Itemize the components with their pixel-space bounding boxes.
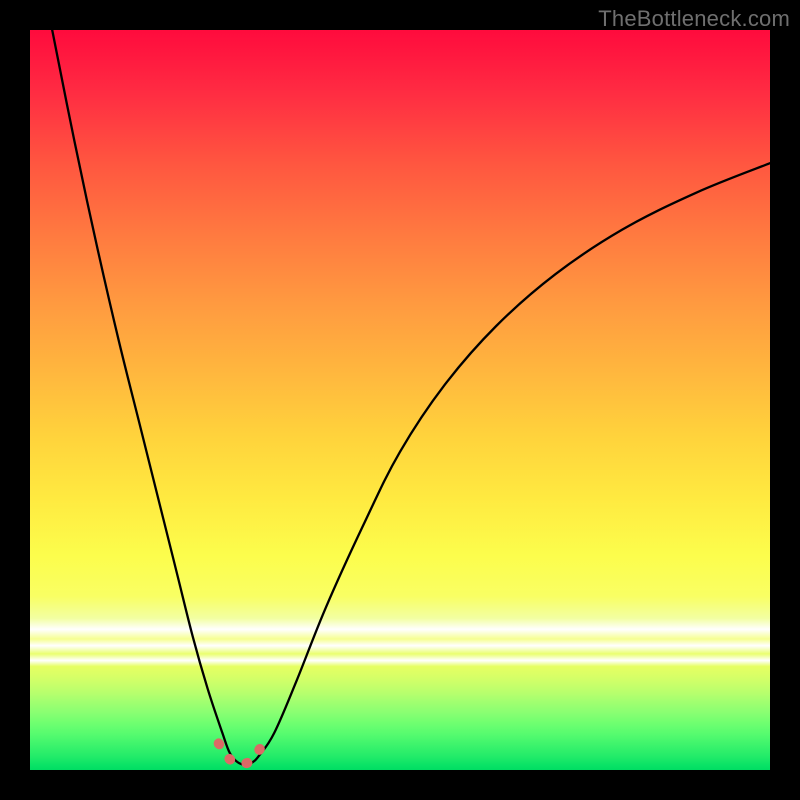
plot-area (30, 30, 770, 770)
watermark-text: TheBottleneck.com (598, 6, 790, 32)
chart-frame: TheBottleneck.com (0, 0, 800, 800)
bottleneck-curve (52, 30, 770, 765)
optimal-range-markers (219, 743, 263, 764)
curve-layer (30, 30, 770, 770)
